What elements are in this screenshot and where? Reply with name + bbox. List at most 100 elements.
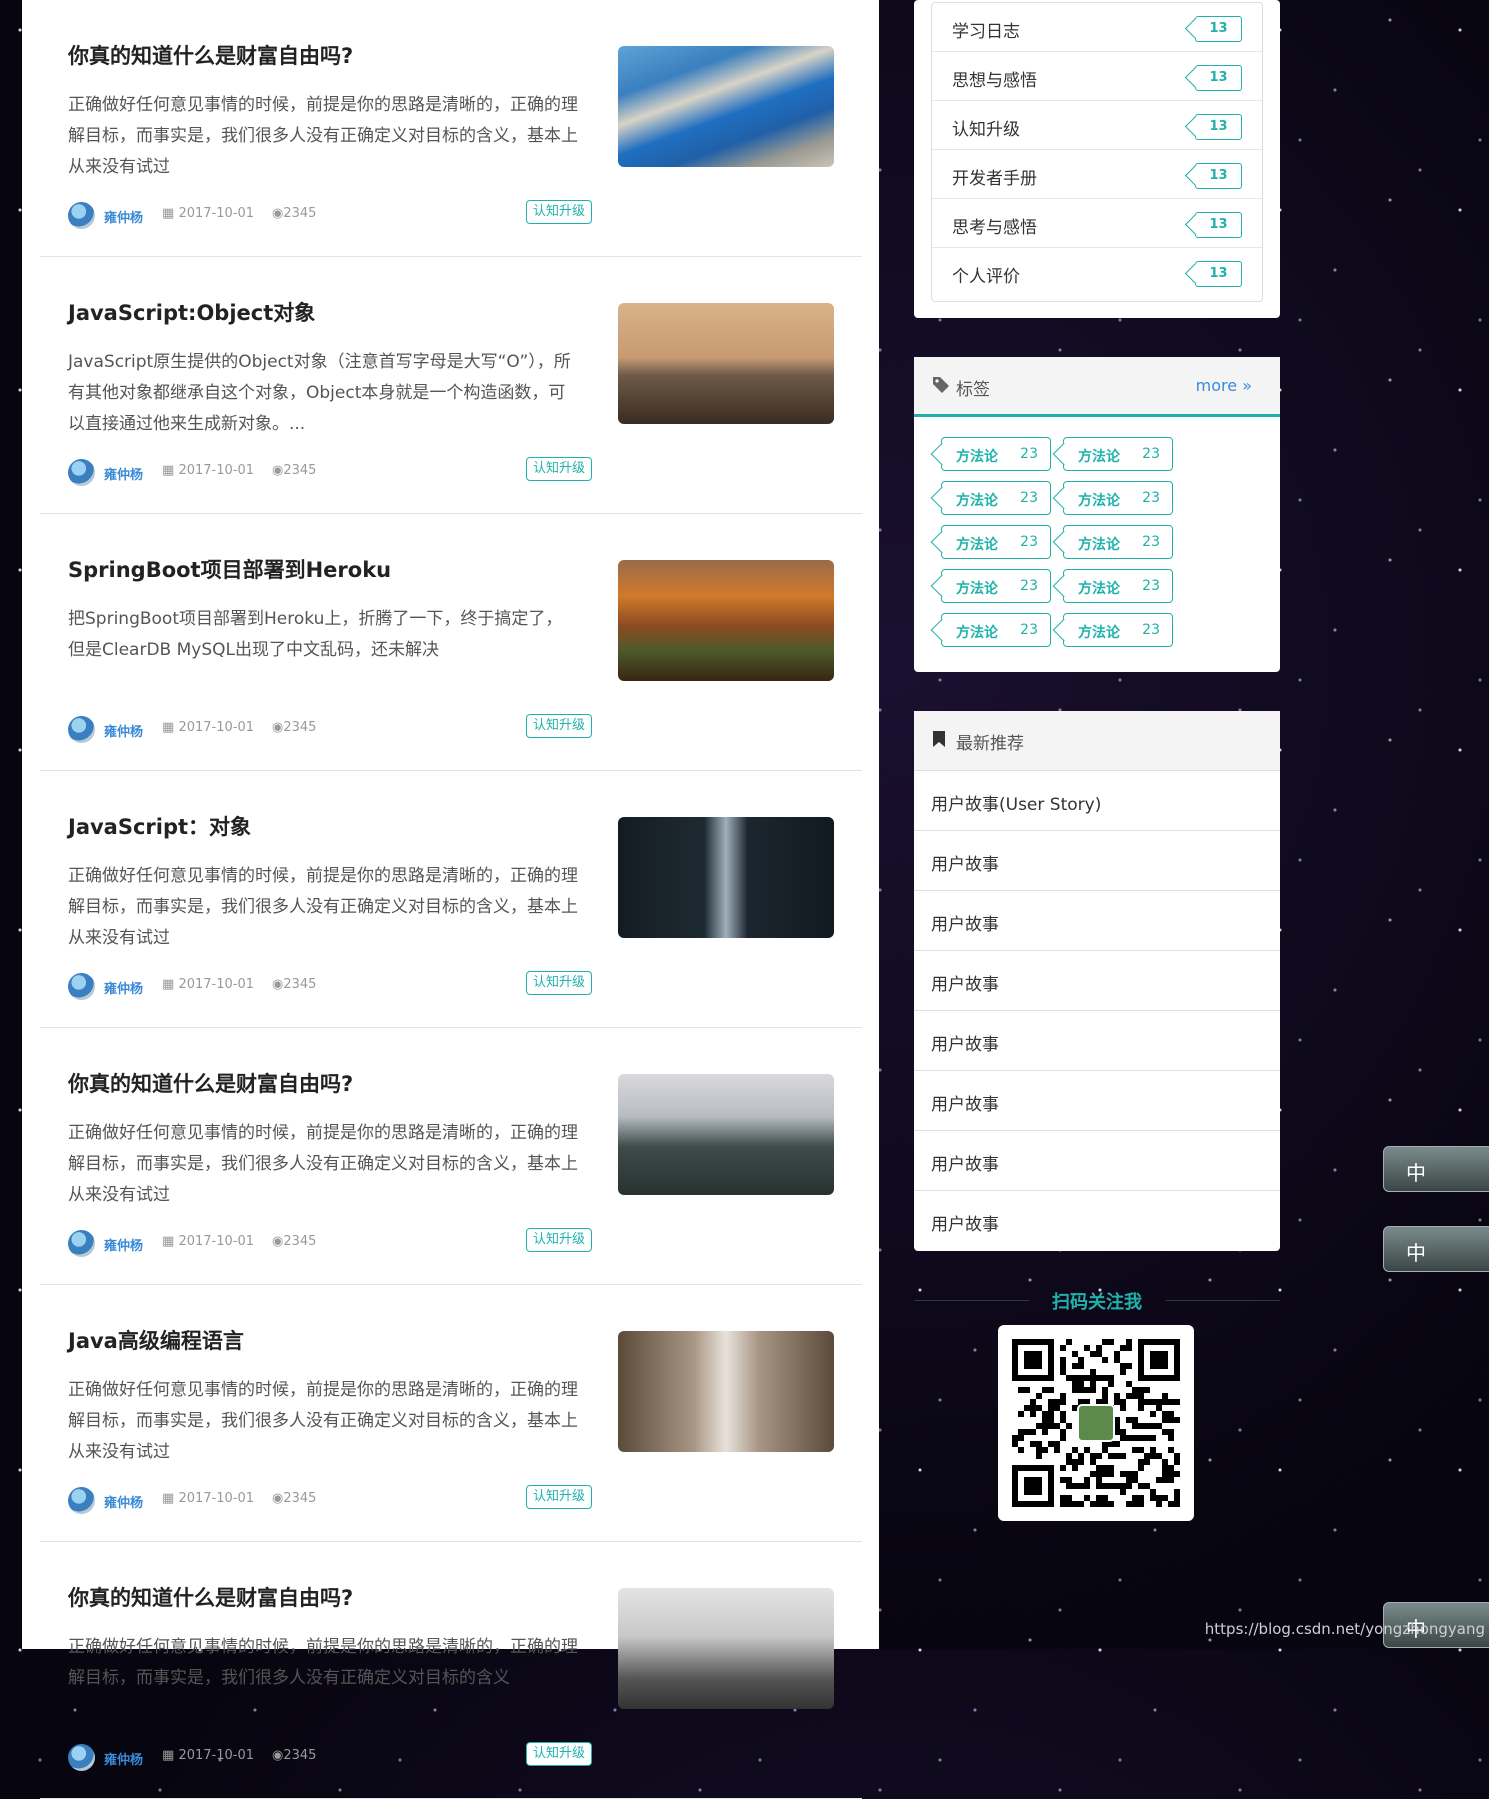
view-count: ◉2345 xyxy=(272,1491,316,1506)
article-card[interactable]: JavaScript:Object对象 JavaScript原生提供的Object… xyxy=(40,257,862,514)
count-text: 13 xyxy=(1209,217,1228,232)
recommend-item[interactable]: 用户故事 xyxy=(914,1011,1280,1071)
more-link-label: more xyxy=(1195,376,1238,395)
category-badge[interactable]: 认知升级 xyxy=(525,714,592,738)
category-badge[interactable]: 认知升级 xyxy=(525,971,592,995)
tags-widget-header: 标签 more » xyxy=(914,357,1280,417)
views-text: 2345 xyxy=(283,1491,317,1506)
avatar[interactable] xyxy=(68,202,95,229)
article-card[interactable]: JavaScript：对象 正确做好任何意见事情的时候，前提是你的思路是清晰的，正… xyxy=(40,771,862,1028)
article-thumbnail[interactable] xyxy=(618,1331,834,1452)
category-item[interactable]: 开发者手册 13 xyxy=(932,150,1262,199)
count-text: 13 xyxy=(1209,266,1228,281)
tag-name: 方法论 xyxy=(1078,625,1120,641)
article-title[interactable]: SpringBoot项目部署到Heroku xyxy=(68,554,391,584)
category-item[interactable]: 思想与感悟 13 xyxy=(932,52,1262,101)
tag-pill[interactable]: 方法论 23 xyxy=(1063,613,1173,647)
article-card[interactable]: 你真的知道什么是财富自由吗? 正确做好任何意见事情的时候，前提是你的思路是清晰的，… xyxy=(40,1542,862,1799)
recommend-item[interactable]: 用户故事(User Story) xyxy=(914,771,1280,831)
article-title[interactable]: JavaScript:Object对象 xyxy=(68,297,315,327)
avatar[interactable] xyxy=(68,973,95,1000)
recommend-item[interactable]: 用户故事 xyxy=(914,891,1280,951)
tag-name: 方法论 xyxy=(956,493,998,509)
article-meta: 雍仲杨 ▦ 2017-10-01 ◉2345 认知升级 xyxy=(68,1228,592,1258)
tag-pill[interactable]: 方法论 23 xyxy=(941,525,1051,559)
category-label: 个人评价 xyxy=(952,267,1020,287)
float-widget-button[interactable]: 中 xyxy=(1383,1226,1489,1272)
article-title[interactable]: Java高级编程语言 xyxy=(68,1325,244,1355)
author-name[interactable]: 雍仲杨 xyxy=(104,464,143,483)
tag-pill[interactable]: 方法论 23 xyxy=(1063,525,1173,559)
author-name[interactable]: 雍仲杨 xyxy=(104,721,143,740)
tag-name: 方法论 xyxy=(1078,581,1120,597)
article-thumbnail[interactable] xyxy=(618,1074,834,1195)
category-item[interactable]: 认知升级 13 xyxy=(932,101,1262,150)
view-count: ◉2345 xyxy=(272,720,316,735)
article-card[interactable]: Java高级编程语言 正确做好任何意见事情的时候，前提是你的思路是清晰的，正确的理… xyxy=(40,1285,862,1542)
avatar[interactable] xyxy=(68,1487,95,1514)
recommend-widget: 最新推荐 用户故事(User Story) 用户故事 用户故事 用户故事 用户故事 用户故… xyxy=(914,711,1280,1251)
category-badge[interactable]: 认知升级 xyxy=(525,200,592,224)
category-badge[interactable]: 认知升级 xyxy=(525,457,592,481)
post-date: ▦ 2017-10-01 xyxy=(162,463,254,478)
tag-name: 方法论 xyxy=(956,449,998,465)
calendar-icon: ▦ xyxy=(162,463,175,478)
article-excerpt: 正确做好任何意见事情的时候，前提是你的思路是清晰的，正确的理解目标，而事实是，我… xyxy=(68,95,578,177)
author-name[interactable]: 雍仲杨 xyxy=(104,207,143,226)
article-card[interactable]: SpringBoot项目部署到Heroku 把SpringBoot项目部署到Her… xyxy=(40,514,862,771)
tag-pill[interactable]: 方法论 23 xyxy=(941,569,1051,603)
category-label: 思想与感悟 xyxy=(952,71,1037,91)
category-badge[interactable]: 认知升级 xyxy=(525,1742,592,1766)
category-count-badge: 13 xyxy=(1195,16,1242,42)
tag-pill[interactable]: 方法论 23 xyxy=(941,613,1051,647)
article-thumbnail[interactable] xyxy=(618,46,834,167)
recommend-item[interactable]: 用户故事 xyxy=(914,951,1280,1011)
article-title[interactable]: 你真的知道什么是财富自由吗? xyxy=(68,40,353,70)
recommend-item[interactable]: 用户故事 xyxy=(914,1131,1280,1191)
tag-pill[interactable]: 方法论 23 xyxy=(941,437,1051,471)
tag-count: 23 xyxy=(1020,446,1038,462)
tag-pill[interactable]: 方法论 23 xyxy=(1063,569,1173,603)
float-widget-button[interactable]: 中 xyxy=(1383,1146,1489,1192)
article-card[interactable]: 你真的知道什么是财富自由吗? 正确做好任何意见事情的时候，前提是你的思路是清晰的，… xyxy=(40,0,862,257)
author-name[interactable]: 雍仲杨 xyxy=(104,1235,143,1254)
views-text: 2345 xyxy=(283,463,317,478)
more-link[interactable]: more » xyxy=(1196,376,1252,395)
view-count: ◉2345 xyxy=(272,977,316,992)
recommend-item[interactable]: 用户故事 xyxy=(914,831,1280,891)
avatar[interactable] xyxy=(68,1744,95,1771)
article-thumbnail[interactable] xyxy=(618,560,834,681)
recommend-item[interactable]: 用户故事 xyxy=(914,1071,1280,1131)
tag-count: 23 xyxy=(1142,490,1160,506)
date-text: 2017-10-01 xyxy=(178,977,254,992)
eye-icon: ◉ xyxy=(272,463,284,478)
article-card[interactable]: 你真的知道什么是财富自由吗? 正确做好任何意见事情的时候，前提是你的思路是清晰的，… xyxy=(40,1028,862,1285)
category-item[interactable]: 学习日志 13 xyxy=(932,3,1262,52)
calendar-icon: ▦ xyxy=(162,206,175,221)
avatar[interactable] xyxy=(68,716,95,743)
author-name[interactable]: 雍仲杨 xyxy=(104,978,143,997)
category-badge[interactable]: 认知升级 xyxy=(525,1228,592,1252)
category-list: 学习日志 13 思想与感悟 13 认知升级 13 开发者手册 13 思考与感悟 13 个人评价 13 xyxy=(931,2,1263,302)
article-thumbnail[interactable] xyxy=(618,303,834,424)
tag-pill[interactable]: 方法论 23 xyxy=(1063,481,1173,515)
article-title[interactable]: 你真的知道什么是财富自由吗? xyxy=(68,1582,353,1612)
author-name[interactable]: 雍仲杨 xyxy=(104,1492,143,1511)
tag-count: 23 xyxy=(1020,578,1038,594)
avatar[interactable] xyxy=(68,1230,95,1257)
category-item[interactable]: 个人评价 13 xyxy=(932,248,1262,297)
tag-pill[interactable]: 方法论 23 xyxy=(1063,437,1173,471)
article-title[interactable]: 你真的知道什么是财富自由吗? xyxy=(68,1068,353,1098)
category-badge[interactable]: 认知升级 xyxy=(525,1485,592,1509)
category-item[interactable]: 思考与感悟 13 xyxy=(932,199,1262,248)
article-title[interactable]: JavaScript：对象 xyxy=(68,811,251,841)
tags-widget-title: 标签 xyxy=(956,380,990,400)
article-thumbnail[interactable] xyxy=(618,817,834,938)
post-date: ▦ 2017-10-01 xyxy=(162,720,254,735)
tag-name: 方法论 xyxy=(956,581,998,597)
avatar[interactable] xyxy=(68,459,95,486)
tag-pill[interactable]: 方法论 23 xyxy=(941,481,1051,515)
float-button-label: 中 xyxy=(1406,1161,1426,1185)
recommend-item[interactable]: 用户故事 xyxy=(914,1191,1280,1251)
author-name[interactable]: 雍仲杨 xyxy=(104,1749,143,1768)
